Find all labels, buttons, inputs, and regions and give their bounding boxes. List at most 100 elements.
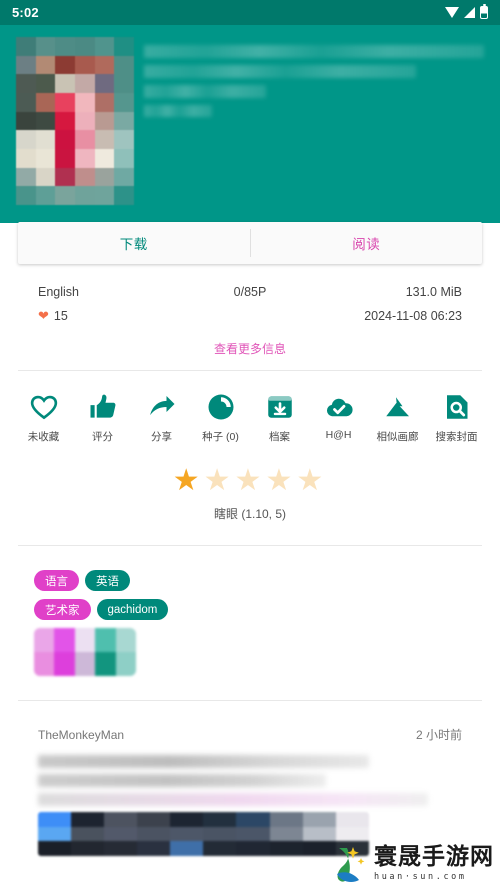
- action-image-mountain[interactable]: 相似画廊: [368, 392, 427, 444]
- comment-mosaic-cell: [236, 826, 270, 842]
- action-label: 未收藏: [27, 431, 60, 443]
- action-row: 未收藏 评分 分享 种子 (0) 档案 H@H 相似画廊 搜索封面: [0, 392, 500, 444]
- status-bar: 5:02: [0, 0, 500, 25]
- comment-line: [38, 793, 429, 806]
- comment-mosaic-cell: [236, 812, 270, 827]
- action-label: 档案: [269, 431, 290, 443]
- tag-mosaic-cell: [95, 628, 116, 652]
- comment-mosaic-cell: [269, 826, 303, 842]
- info-row-primary: English 0/85P 131.0 MiB: [38, 280, 462, 304]
- comment-mosaic-cell: [302, 826, 336, 842]
- comment-mosaic-cell: [71, 812, 105, 827]
- cover-mosaic-cell: [94, 167, 115, 187]
- cover-mosaic-cell: [55, 74, 75, 93]
- cover-mosaic-cell: [16, 92, 36, 112]
- star-empty[interactable]: ★: [296, 464, 327, 497]
- more-info-link[interactable]: 查看更多信息: [38, 340, 462, 357]
- signal-icon: [464, 7, 475, 18]
- comment-mosaic-cell: [203, 826, 237, 842]
- gallery-cover-thumbnail[interactable]: [16, 37, 134, 205]
- cover-mosaic-cell: [94, 74, 115, 93]
- cover-mosaic-cell: [16, 111, 36, 131]
- cover-mosaic-cell: [55, 55, 75, 75]
- action-label: 搜索封面: [435, 431, 478, 443]
- cover-mosaic-cell: [74, 130, 95, 149]
- comment-image-censored: [38, 812, 369, 856]
- cover-mosaic-cell: [74, 55, 95, 75]
- action-share-arrow[interactable]: 分享: [132, 392, 191, 444]
- cover-mosaic-cell: [16, 186, 36, 205]
- cover-mosaic-cell: [16, 148, 36, 168]
- tag-value[interactable]: 英语: [85, 570, 130, 591]
- comment-mosaic-cell: [302, 841, 336, 856]
- cover-mosaic-cell: [94, 186, 115, 205]
- cover-mosaic-cell: [55, 37, 75, 56]
- read-button[interactable]: 阅读: [251, 222, 483, 264]
- cover-mosaic-cell: [16, 167, 36, 187]
- rating-stars[interactable]: ★★★★★: [0, 466, 500, 496]
- action-archive-download[interactable]: 档案: [250, 392, 309, 444]
- cover-mosaic-cell: [35, 111, 56, 131]
- gallery-header: [0, 25, 500, 223]
- star-filled[interactable]: ★: [173, 464, 204, 497]
- tag-namespace[interactable]: 艺术家: [34, 599, 91, 620]
- torrent-icon: [206, 392, 236, 422]
- language-value: English: [38, 285, 79, 299]
- cover-mosaic-cell: [94, 37, 115, 56]
- comment-time: 2 小时前: [415, 728, 462, 742]
- cover-mosaic-cell: [35, 167, 56, 187]
- cover-mosaic-cell: [114, 130, 134, 149]
- cover-mosaic-cell: [94, 55, 115, 75]
- action-torrent[interactable]: 种子 (0): [191, 392, 250, 444]
- comment-mosaic-cell: [104, 841, 138, 856]
- comment-mosaic-cell: [71, 841, 105, 856]
- cover-mosaic-cell: [74, 167, 95, 187]
- comment-mosaic-cell: [203, 812, 237, 827]
- cover-mosaic-cell: [16, 55, 36, 75]
- tag-row: 艺术家 gachidom: [34, 599, 466, 620]
- cover-mosaic-cell: [74, 186, 95, 205]
- cover-mosaic-cell: [16, 74, 36, 93]
- tag-namespace[interactable]: 语言: [34, 570, 79, 591]
- comment-mosaic-cell: [236, 841, 270, 856]
- action-label: 分享: [151, 431, 172, 443]
- cover-mosaic-cell: [35, 130, 56, 149]
- size-value: 131.0 MiB: [405, 285, 462, 299]
- tag-mosaic-cell: [34, 652, 55, 676]
- cover-mosaic-cell: [55, 148, 75, 168]
- cover-mosaic-cell: [55, 186, 75, 205]
- cover-mosaic-cell: [114, 186, 134, 205]
- comment-mosaic-cell: [104, 812, 138, 827]
- download-button[interactable]: 下载: [18, 222, 250, 264]
- tag-mosaic-cell: [74, 652, 96, 676]
- tag-value[interactable]: gachidom: [96, 599, 169, 620]
- star-empty[interactable]: ★: [204, 464, 235, 497]
- comment-mosaic-cell: [170, 841, 204, 856]
- divider: [18, 700, 482, 701]
- tag-mosaic-cell: [74, 628, 96, 652]
- heart-icon: ❤: [38, 308, 49, 324]
- title-line: [144, 105, 212, 117]
- cover-mosaic-cell: [55, 130, 75, 149]
- search-document-icon: [442, 392, 472, 422]
- star-empty[interactable]: ★: [235, 464, 266, 497]
- tag-mosaic-cell: [95, 652, 116, 676]
- action-cloud-check[interactable]: H@H: [309, 392, 368, 444]
- action-thumbs-up[interactable]: 评分: [73, 392, 132, 444]
- star-empty[interactable]: ★: [265, 464, 296, 497]
- comment-username[interactable]: TheMonkeyMan: [38, 728, 124, 742]
- cover-mosaic-cell: [114, 148, 134, 168]
- cover-mosaic-cell: [74, 111, 95, 131]
- tag-list: 语言 英语艺术家 gachidom: [0, 570, 500, 676]
- action-search-document[interactable]: 搜索封面: [427, 392, 486, 444]
- tag-mosaic-cell: [115, 652, 136, 676]
- action-heart-outline[interactable]: 未收藏: [14, 392, 73, 444]
- cover-mosaic-cell: [35, 148, 56, 168]
- cover-mosaic-cell: [94, 148, 115, 168]
- cover-mosaic-cell: [35, 186, 56, 205]
- comment-mosaic-cell: [38, 826, 72, 842]
- comment-mosaic-cell: [38, 841, 72, 856]
- app-root: 5:02 下载 阅读 English 0/85P 131.0 MiB ❤ 15 …: [0, 0, 500, 888]
- comment-section: TheMonkeyMan 2 小时前: [0, 726, 500, 856]
- title-line: [144, 65, 416, 78]
